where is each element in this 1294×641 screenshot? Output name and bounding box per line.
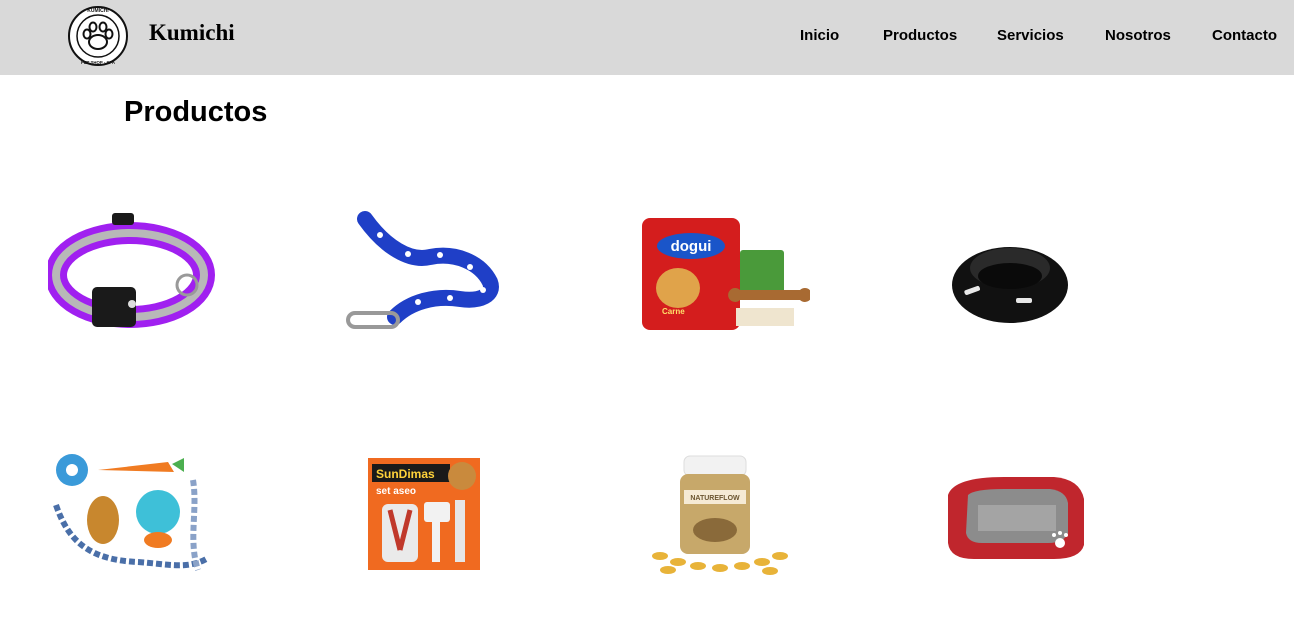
- svg-text:dogui: dogui: [671, 238, 712, 255]
- nav-link-contacto[interactable]: Contacto: [1212, 27, 1277, 44]
- product-pet-bed[interactable]: [934, 455, 1104, 585]
- brand-name[interactable]: Kumichi: [149, 20, 235, 46]
- nav-link-servicios[interactable]: Servicios: [997, 27, 1064, 44]
- svg-text:SunDimas: SunDimas: [376, 467, 435, 481]
- dog-food-bag-image: dogui Carne: [642, 218, 810, 330]
- svg-text:PET SHOP - SPA: PET SHOP - SPA: [81, 60, 115, 65]
- nav-link-productos[interactable]: Productos: [883, 27, 957, 44]
- svg-text:Carne: Carne: [662, 307, 685, 316]
- dog-collar-image: [48, 213, 215, 328]
- product-bowl[interactable]: [934, 210, 1104, 340]
- page-title: Productos: [124, 96, 268, 128]
- dog-leash-image: [346, 211, 499, 329]
- svg-text:set aseo: set aseo: [376, 486, 416, 497]
- pet-bowl-image: [952, 247, 1068, 323]
- pet-bed-image: [948, 477, 1084, 559]
- product-grooming-kit[interactable]: SunDimas set aseo: [340, 450, 510, 580]
- supplement-jar-image: NATUREFLOW: [652, 455, 788, 575]
- product-collar[interactable]: [48, 207, 218, 337]
- product-dog-food[interactable]: dogui Carne: [640, 210, 810, 340]
- grooming-kit-image: SunDimas set aseo: [368, 458, 480, 570]
- dog-toys-image: [53, 454, 210, 571]
- kumichi-logo[interactable]: KUMICHI PET SHOP - SPA: [67, 3, 129, 69]
- product-supplement[interactable]: NATUREFLOW: [640, 452, 810, 582]
- product-leash[interactable]: [340, 207, 510, 337]
- nav-link-inicio[interactable]: Inicio: [800, 27, 839, 44]
- svg-text:KUMICHI: KUMICHI: [87, 8, 109, 14]
- nav-link-nosotros[interactable]: Nosotros: [1105, 27, 1171, 44]
- top-navbar: KUMICHI PET SHOP - SPA Kumichi Inicio Pr…: [0, 0, 1294, 75]
- svg-text:NATUREFLOW: NATUREFLOW: [690, 495, 740, 502]
- product-toys[interactable]: [48, 450, 218, 580]
